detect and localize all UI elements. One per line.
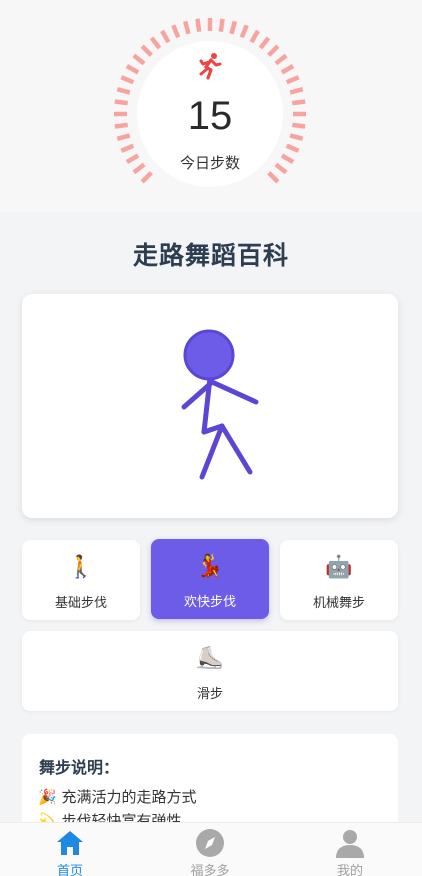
ring-tick [120,75,135,85]
ring-tick [116,86,131,95]
ring-tick [267,171,280,184]
ring-tick [149,36,162,50]
dancer-icon: 💃 [196,554,224,579]
description-line: 🎉 充满活力的走路方式 [38,786,196,807]
step-count-value: 15 [187,94,233,138]
stick-figure-dancer [181,329,259,480]
party-popper-icon: 🎉 [38,788,57,806]
ring-tick [274,53,288,66]
ring-tick [182,20,191,35]
dancer-right-leg [219,423,253,475]
ring-tick [291,122,306,129]
ring-tick [289,133,304,142]
ring-tick [239,24,249,39]
ring-tick [285,75,300,85]
ring-tick [218,18,225,33]
style-card-label: 基础步伐 [54,596,107,611]
tab-mine[interactable]: 我的 [300,823,400,876]
walking-person-icon: 🚶 [67,555,95,580]
robot-icon: 🤖 [325,555,353,580]
ring-tick [114,99,129,106]
style-card-label: 机械舞步 [312,596,365,611]
ice-skate-icon: ⛸️ [196,646,224,671]
description-text: 充满活力的走路方式 [61,788,197,806]
ring-tick [160,29,171,44]
ring-tick [280,153,295,164]
style-card-slide[interactable]: ⛸️ 滑步 [22,631,398,711]
style-card-robot[interactable]: 🤖 机械舞步 [280,540,398,620]
ring-tick [258,36,271,50]
page-title: 走路舞蹈百科 [132,241,289,270]
ring-tick [285,143,300,153]
ring-tick [114,122,129,129]
ring-tick [291,99,306,106]
style-card-basic[interactable]: 🚶 基础步伐 [22,540,140,620]
ring-tick [116,133,131,142]
person-icon [335,828,365,858]
style-card-label: 欢快步伐 [183,595,236,610]
dancer-right-arm [209,379,259,405]
ring-tick [267,44,280,57]
ring-tick [249,29,260,44]
style-card-label: 滑步 [196,687,223,702]
tab-label: 我的 [336,864,363,876]
tab-label: 福多多 [190,864,230,876]
ring-tick [120,143,135,153]
style-card-cheerful[interactable]: 💃 欢快步伐 [151,539,269,619]
ring-tick [125,64,140,75]
running-person-icon [197,52,223,80]
ring-tick [140,171,153,184]
compass-icon [195,828,225,858]
ring-tick [229,20,238,35]
ring-tick [289,86,304,95]
ring-tick [280,64,295,75]
dance-animation-stage [22,294,398,518]
ring-tick [171,24,181,39]
home-icon [55,828,85,858]
ring-tick [132,53,146,66]
description-title: 舞步说明： [39,758,120,777]
ring-tick [195,18,202,33]
step-count-label: 今日步数 [179,154,240,172]
tab-fuduoduo[interactable]: 福多多 [160,823,260,876]
bottom-tab-bar: 首页 福多多 我的 [0,822,422,876]
dancer-head [183,329,235,381]
tab-label: 首页 [56,864,83,876]
ring-tick [140,44,153,57]
tab-home[interactable]: 首页 [20,823,120,876]
